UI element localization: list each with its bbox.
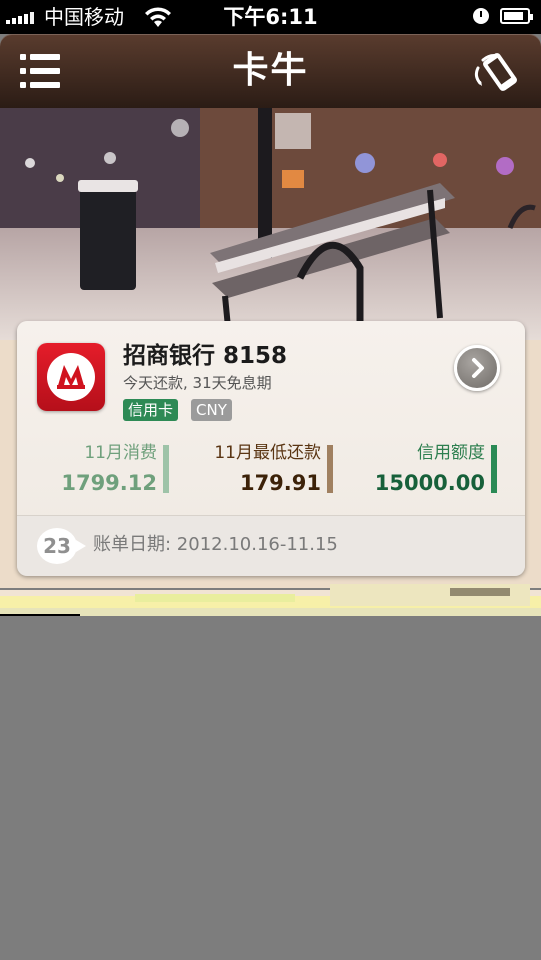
bill-period: 账单日期: 2012.10.16-11.15	[93, 534, 338, 555]
monthly-spending-value: 1799.12	[61, 471, 157, 495]
currency-badge: CNY	[191, 399, 232, 421]
stat-divider	[327, 445, 333, 493]
stat-divider	[491, 445, 497, 493]
card-type-badge: 信用卡	[123, 399, 179, 421]
minimum-payment-label: 11月最低还款	[214, 443, 321, 463]
hero-photo	[0, 108, 541, 348]
nav-bar: 卡牛	[0, 34, 541, 108]
render-glitch-strip	[0, 584, 541, 616]
credit-limit: 信用额度 15000.00	[374, 441, 497, 499]
monthly-spending: 11月消费 1799.12	[61, 441, 169, 499]
minimum-payment-value: 179.91	[239, 471, 321, 495]
payment-status: 今天还款, 31天免息期	[123, 374, 272, 392]
snow-bench-image	[0, 108, 541, 348]
minimum-payment: 11月最低还款 179.91	[214, 441, 333, 499]
card-detail-button[interactable]	[454, 345, 500, 391]
chevron-right-icon	[472, 358, 484, 378]
monthly-spending-label: 11月消费	[84, 443, 157, 463]
stat-divider	[163, 445, 169, 493]
credit-limit-value: 15000.00	[374, 471, 485, 495]
shake-icon[interactable]	[470, 50, 526, 94]
clock-icon	[473, 8, 489, 24]
credit-card-panel[interactable]: 招商银行 8158 今天还款, 31天免息期 信用卡 CNY 11月消费 179…	[17, 321, 525, 576]
cmb-logo-icon	[37, 343, 105, 411]
card-footer: 23 账单日期: 2012.10.16-11.15	[17, 515, 525, 576]
status-time: 下午6:11	[223, 5, 318, 29]
battery-icon	[500, 8, 533, 24]
status-bar: 中国移动 下午6:11	[0, 0, 541, 34]
credit-limit-label: 信用额度	[417, 443, 485, 463]
app-title: 卡牛	[232, 49, 309, 91]
bill-day-badge: 23	[37, 528, 86, 564]
bank-name: 招商银行 8158	[123, 343, 288, 369]
